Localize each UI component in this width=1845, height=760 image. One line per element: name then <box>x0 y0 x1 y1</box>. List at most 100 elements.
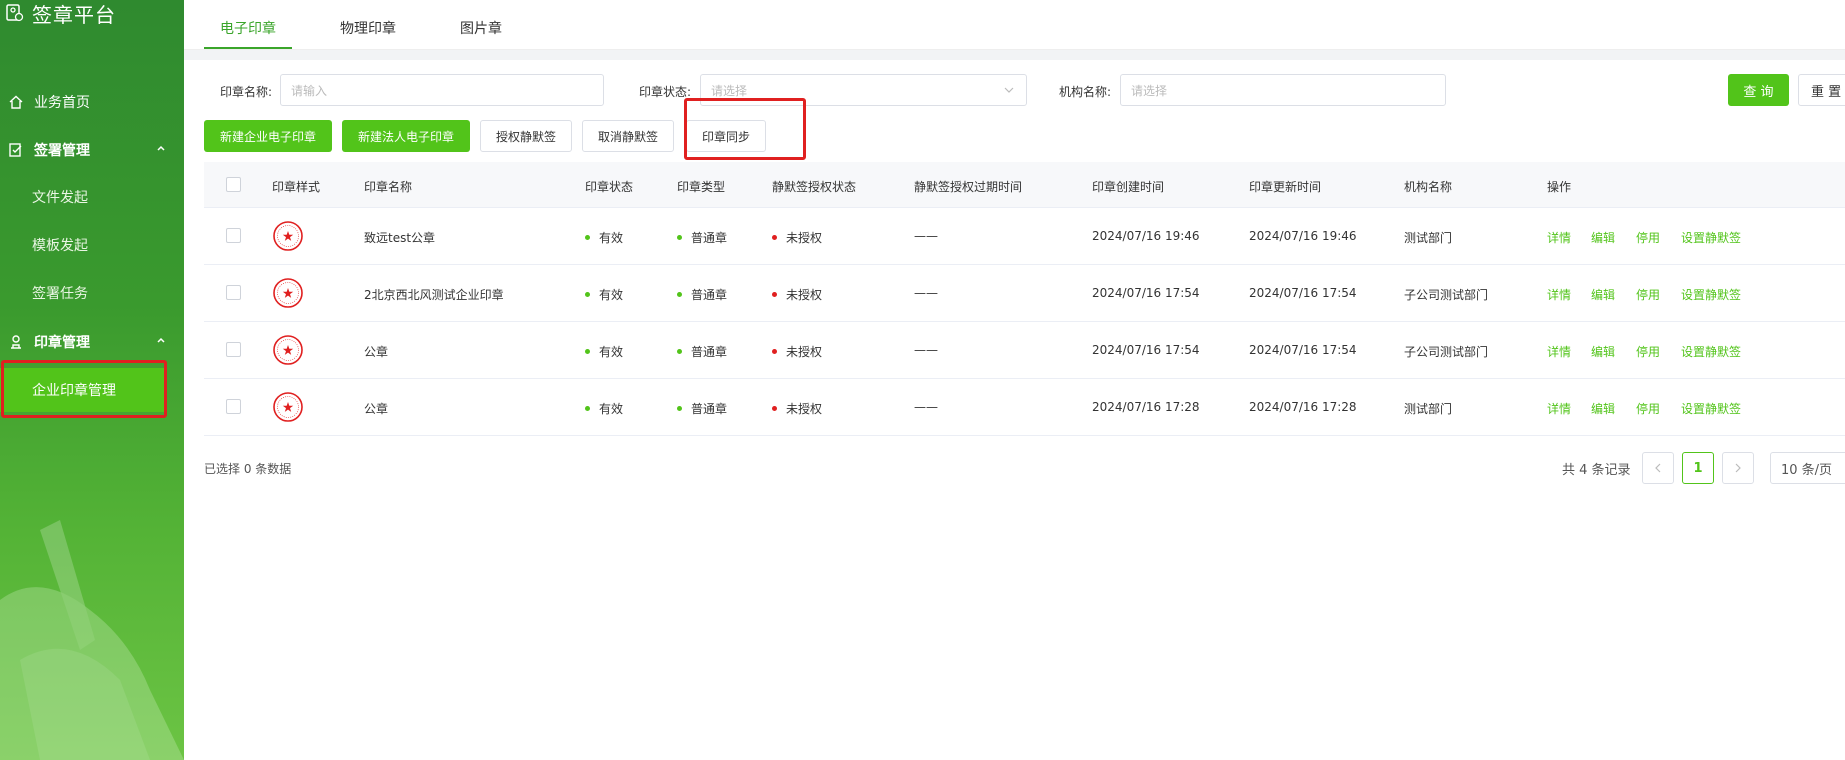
select-all-checkbox[interactable] <box>226 177 241 192</box>
row-checkbox[interactable] <box>226 228 241 243</box>
total-records: 共 4 条记录 <box>1562 463 1631 478</box>
table-row: 致远test公章 有效 普通章 未授权 —— 2024/07/16 19:46 2024/0… <box>204 208 1845 265</box>
new-enterprise-seal-button[interactable]: 新建企业电子印章 <box>204 120 332 152</box>
divider <box>184 50 1845 60</box>
updated-time-cell: 2024/07/16 19:46 <box>1249 229 1357 243</box>
updated-time-cell: 2024/07/16 17:28 <box>1249 400 1357 414</box>
type-cell: 普通章 <box>677 286 727 303</box>
auth-dot <box>772 406 777 411</box>
auth-text: 未授权 <box>786 288 823 302</box>
auth-cell: 未授权 <box>772 286 822 303</box>
table-header: 印章样式 印章名称 印章状态 印章类型 静默签授权状态 静默签授权过期时间 印章… <box>204 162 1845 208</box>
tab-physical-seal[interactable]: 物理印章 <box>340 18 396 38</box>
updated-time-cell: 2024/07/16 17:54 <box>1249 343 1357 357</box>
prev-page-button[interactable] <box>1642 452 1674 484</box>
placeholder: 请输入 <box>291 83 328 98</box>
column-header: 印章创建时间 <box>1092 180 1165 194</box>
new-legal-rep-seal-button[interactable]: 新建法人电子印章 <box>342 120 470 152</box>
sidebar-group-label: 印章管理 <box>34 335 90 351</box>
chevron-right-icon <box>1735 463 1741 473</box>
type-cell: 普通章 <box>677 343 727 360</box>
sidebar-item-label: 业务首页 <box>34 95 90 111</box>
sidebar-item-label: 文件发起 <box>32 190 88 206</box>
edit-link[interactable]: 编辑 <box>1591 343 1615 360</box>
status-dot <box>585 406 590 411</box>
status-dot <box>585 292 590 297</box>
column-header: 操作 <box>1547 180 1572 194</box>
reset-button[interactable]: 重 置 <box>1798 74 1845 106</box>
updated-time-cell: 2024/07/16 17:54 <box>1249 286 1357 300</box>
created-time-cell: 2024/07/16 17:54 <box>1092 286 1200 300</box>
query-button[interactable]: 查 询 <box>1728 74 1789 106</box>
set-silent-sign-link[interactable]: 设置静默签 <box>1681 400 1741 417</box>
column-header: 静默签授权过期时间 <box>914 180 1023 194</box>
auth-text: 未授权 <box>786 402 823 416</box>
detail-link[interactable]: 详情 <box>1547 229 1571 246</box>
edit-link[interactable]: 编辑 <box>1591 229 1615 246</box>
seal-name-cell: 2北京西北风测试企业印章 <box>364 288 504 302</box>
detail-link[interactable]: 详情 <box>1547 286 1571 303</box>
row-checkbox[interactable] <box>226 399 241 414</box>
cancel-silent-sign-button[interactable]: 取消静默签 <box>582 120 674 152</box>
sidebar-group-seal[interactable]: 印章管理 <box>0 322 184 362</box>
org-cell: 子公司测试部门 <box>1404 288 1489 302</box>
column-header: 静默签授权状态 <box>772 180 857 194</box>
status-cell: 有效 <box>585 229 623 246</box>
org-cell: 测试部门 <box>1404 231 1453 245</box>
sidebar-group-sign[interactable]: 签署管理 <box>0 130 184 170</box>
auth-dot <box>772 292 777 297</box>
type-dot <box>677 292 682 297</box>
org-name-select[interactable]: 请选择 <box>1120 74 1446 106</box>
chevron-down-icon <box>1004 87 1014 93</box>
tab-electronic-seal[interactable]: 电子印章 <box>220 18 276 38</box>
auth-cell: 未授权 <box>772 229 822 246</box>
edit-link[interactable]: 编辑 <box>1591 400 1615 417</box>
sidebar-item-sign-tasks[interactable]: 签署任务 <box>32 283 88 303</box>
created-time-cell: 2024/07/16 17:54 <box>1092 343 1200 357</box>
detail-link[interactable]: 详情 <box>1547 400 1571 417</box>
status-cell: 有效 <box>585 286 623 303</box>
app-title: 签章平台 <box>32 2 116 27</box>
status-text: 有效 <box>599 288 624 302</box>
column-header: 印章类型 <box>677 180 726 194</box>
app-logo-icon <box>6 4 24 22</box>
next-page-button[interactable] <box>1722 452 1754 484</box>
sidebar-item-label: 签署任务 <box>32 286 88 302</box>
sidebar-group-label: 签署管理 <box>34 143 90 159</box>
type-text: 普通章 <box>691 231 728 245</box>
seal-name-input[interactable]: 请输入 <box>280 74 604 106</box>
disable-link[interactable]: 停用 <box>1636 286 1660 303</box>
main-content: 电子印章 物理印章 图片章 印章名称: 请输入 印章状态: 请选择 机构名称: … <box>184 0 1845 760</box>
chevron-up-icon <box>157 145 165 151</box>
sidebar-item-template-launch[interactable]: 模板发起 <box>32 235 88 255</box>
tab-active-indicator <box>204 47 292 49</box>
authorize-silent-sign-button[interactable]: 授权静默签 <box>480 120 572 152</box>
set-silent-sign-link[interactable]: 设置静默签 <box>1681 286 1741 303</box>
disable-link[interactable]: 停用 <box>1636 400 1660 417</box>
page-number-button[interactable]: 1 <box>1682 452 1714 484</box>
tab-image-seal[interactable]: 图片章 <box>460 18 502 38</box>
disable-link[interactable]: 停用 <box>1636 229 1660 246</box>
status-text: 有效 <box>599 231 624 245</box>
row-checkbox[interactable] <box>226 285 241 300</box>
set-silent-sign-link[interactable]: 设置静默签 <box>1681 343 1741 360</box>
disable-link[interactable]: 停用 <box>1636 343 1660 360</box>
table-row: 公章 有效 普通章 未授权 —— 2024/07/16 17:28 2024/07/16 1… <box>204 379 1845 436</box>
hand-writing-illustration <box>0 520 184 760</box>
page-size-select[interactable]: 10 条/页 <box>1770 452 1845 484</box>
seal-stamp-icon <box>273 221 303 251</box>
org-name-label: 机构名称: <box>1059 85 1112 99</box>
brand: 签章平台 <box>6 0 116 27</box>
type-text: 普通章 <box>691 288 728 302</box>
set-silent-sign-link[interactable]: 设置静默签 <box>1681 229 1741 246</box>
sidebar-item-home[interactable]: 业务首页 <box>0 82 184 122</box>
auth-text: 未授权 <box>786 231 823 245</box>
type-dot <box>677 235 682 240</box>
detail-link[interactable]: 详情 <box>1547 343 1571 360</box>
stamp-icon <box>8 334 24 350</box>
sidebar: 签章平台 业务首页 签署管理 文件发起 模板发起 签署任务 印章管理 企业印章管… <box>0 0 184 760</box>
edit-link[interactable]: 编辑 <box>1591 286 1615 303</box>
sidebar-item-file-launch[interactable]: 文件发起 <box>32 187 88 207</box>
row-checkbox[interactable] <box>226 342 241 357</box>
expire-cell: —— <box>914 343 938 357</box>
